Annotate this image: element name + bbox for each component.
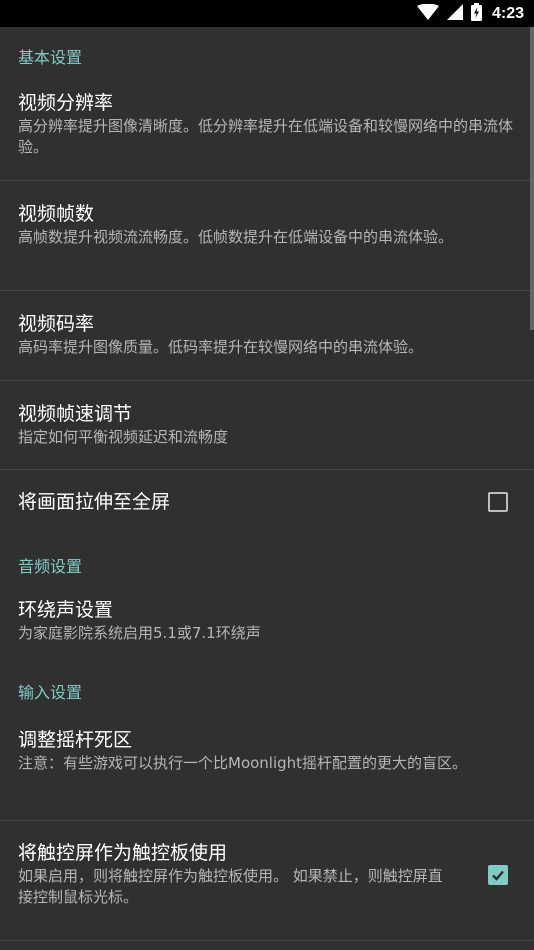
pref-title: 环绕声设置 (18, 599, 114, 621)
settings-list[interactable]: 基本设置 视频分辨率 高分辨率提升图像清晰度。低分辨率提升在低端设备和较慢网络中… (0, 27, 534, 950)
battery-charging-icon (470, 2, 482, 25)
pref-summary: 为家庭影院系统启用5.1或7.1环绕声 (18, 624, 261, 642)
pref-summary: 高帧数提升视频流流畅度。低帧数提升在低端设备中的串流体验。 (18, 228, 454, 246)
category-header-basic: 基本设置 (18, 48, 83, 67)
pref-title: 视频分辨率 (18, 92, 114, 114)
pref-stretch-fullscreen[interactable]: 将画面拉伸至全屏 (0, 470, 534, 537)
status-bar: 4:23 (0, 0, 534, 27)
pref-stick-deadzone[interactable]: 调整摇杆死区 注意：有些游戏可以执行一个比Moonlight摇杆配置的更大的盲区… (0, 706, 534, 821)
pref-frame-pacing[interactable]: 视频帧速调节 指定如何平衡视频延迟和流畅度 (0, 381, 534, 470)
pref-title: 将触控屏作为触控板使用 (18, 842, 228, 864)
touchpad-checkbox[interactable] (488, 865, 508, 885)
checkmark-icon (492, 870, 504, 881)
pref-title: 将画面拉伸至全屏 (18, 491, 171, 513)
scrollbar[interactable] (530, 27, 534, 330)
pref-summary: 注意：有些游戏可以执行一个比Moonlight摇杆配置的更大的盲区。 (18, 754, 468, 772)
stretch-checkbox[interactable] (488, 492, 508, 512)
cellular-signal-icon (446, 3, 463, 24)
category-header-input: 输入设置 (18, 683, 83, 702)
pref-summary: 高码率提升图像质量。低码率提升在较慢网络中的串流体验。 (18, 338, 424, 356)
pref-title: 视频帧速调节 (18, 403, 133, 425)
pref-summary: 高分辨率提升图像清晰度。低分辨率提升在低端设备和较慢网络中的串流体验。 (18, 117, 514, 156)
category-header-audio: 音频设置 (18, 557, 83, 576)
pref-video-fps[interactable]: 视频帧数 高帧数提升视频流流畅度。低帧数提升在低端设备中的串流体验。 (0, 181, 534, 291)
pref-touchscreen-trackpad[interactable]: 将触控屏作为触控板使用 如果启用，则将触控屏作为触控板使用。 如果禁止，则触控屏… (0, 821, 534, 941)
pref-video-resolution[interactable]: 视频分辨率 高分辨率提升图像清晰度。低分辨率提升在低端设备和较慢网络中的串流体验… (0, 68, 534, 181)
pref-surround-sound[interactable]: 环绕声设置 为家庭影院系统启用5.1或7.1环绕声 (0, 578, 534, 670)
pref-summary: 指定如何平衡视频延迟和流畅度 (18, 428, 229, 446)
pref-title: 调整摇杆死区 (18, 729, 133, 751)
pref-summary: 如果启用，则将触控屏作为触控板使用。 如果禁止，则触控屏直接控制鼠标光标。 (18, 867, 443, 906)
pref-title: 视频码率 (18, 313, 95, 335)
wifi-icon (416, 3, 439, 24)
status-time: 4:23 (491, 4, 524, 22)
pref-video-bitrate[interactable]: 视频码率 高码率提升图像质量。低码率提升在较慢网络中的串流体验。 (0, 291, 534, 381)
pref-title: 视频帧数 (18, 203, 95, 225)
status-icons: 4:23 (416, 0, 524, 27)
